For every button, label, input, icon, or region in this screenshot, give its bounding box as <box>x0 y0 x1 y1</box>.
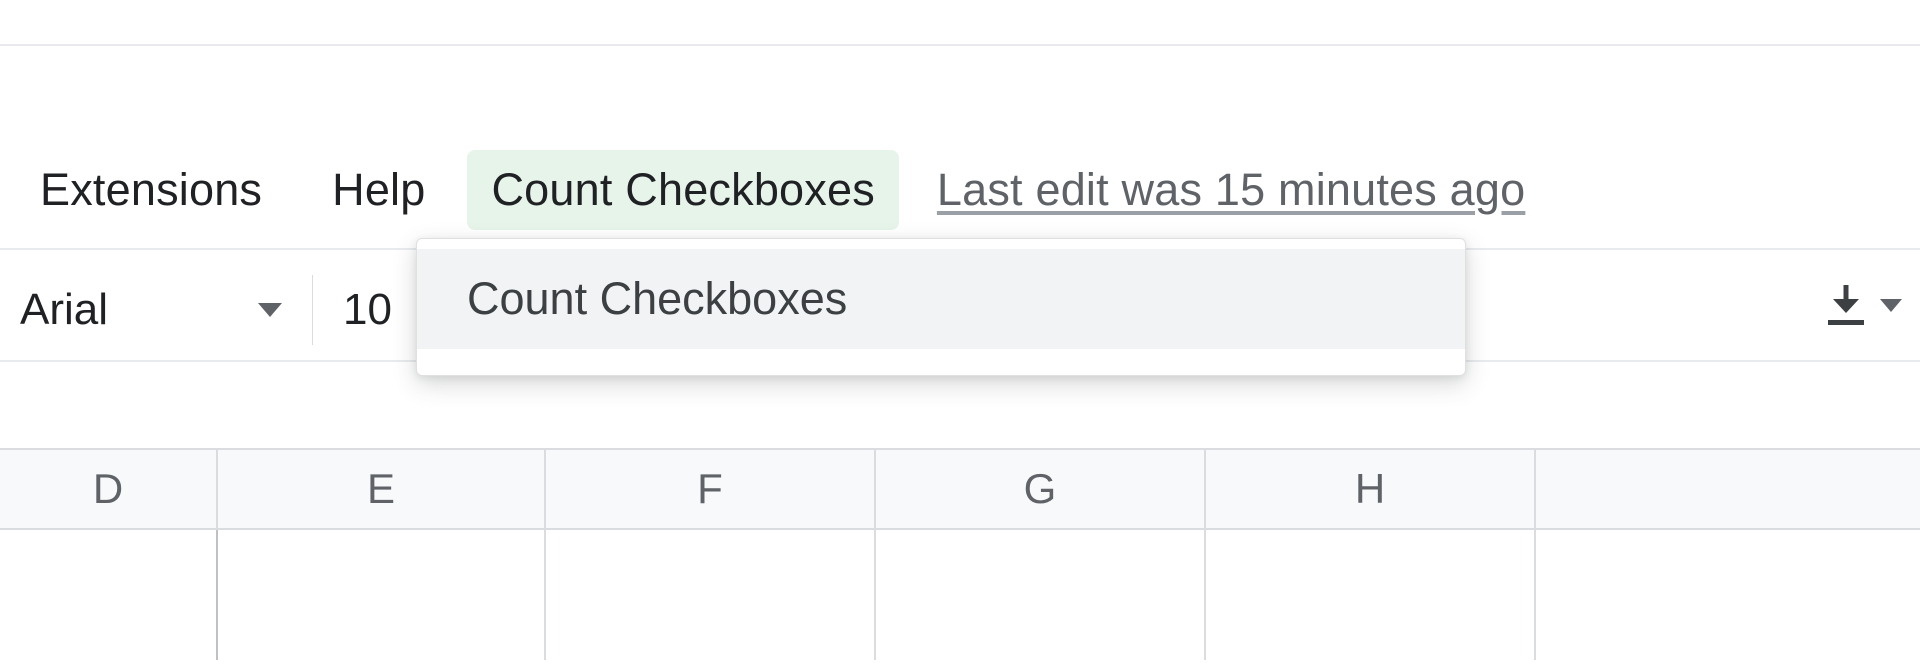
font-family-label: Arial <box>20 285 258 335</box>
menu-extensions[interactable]: Extensions <box>16 150 286 230</box>
cell[interactable] <box>1536 530 1920 660</box>
cell[interactable] <box>0 530 218 660</box>
menu-bar: Extensions Help Count Checkboxes Last ed… <box>0 150 1920 230</box>
column-header-e[interactable]: E <box>218 450 546 528</box>
cells-row <box>0 530 1920 660</box>
column-header-d[interactable]: D <box>0 450 218 528</box>
dropdown-item-count-checkboxes[interactable]: Count Checkboxes <box>417 249 1465 349</box>
download-icon <box>1828 285 1864 325</box>
top-rule <box>0 44 1920 46</box>
cell[interactable] <box>1206 530 1536 660</box>
column-headers: D E F G H <box>0 448 1920 530</box>
column-header-g[interactable]: G <box>876 450 1206 528</box>
cell[interactable] <box>876 530 1206 660</box>
cell[interactable] <box>546 530 876 660</box>
font-size-picker[interactable]: 10 <box>343 285 392 335</box>
count-checkboxes-dropdown: Count Checkboxes <box>416 238 1466 376</box>
chevron-down-icon <box>1880 299 1902 312</box>
column-header-f[interactable]: F <box>546 450 876 528</box>
menu-count-checkboxes[interactable]: Count Checkboxes <box>467 150 898 230</box>
chevron-down-icon <box>258 303 282 317</box>
font-family-picker[interactable]: Arial <box>20 285 282 335</box>
download-menu[interactable] <box>1828 285 1902 325</box>
column-header-rest[interactable] <box>1536 450 1920 528</box>
cell[interactable] <box>218 530 546 660</box>
font-size-value: 10 <box>343 285 392 335</box>
menu-help[interactable]: Help <box>308 150 449 230</box>
last-edit-link[interactable]: Last edit was 15 minutes ago <box>937 164 1525 216</box>
toolbar-separator <box>312 275 313 345</box>
column-header-h[interactable]: H <box>1206 450 1536 528</box>
